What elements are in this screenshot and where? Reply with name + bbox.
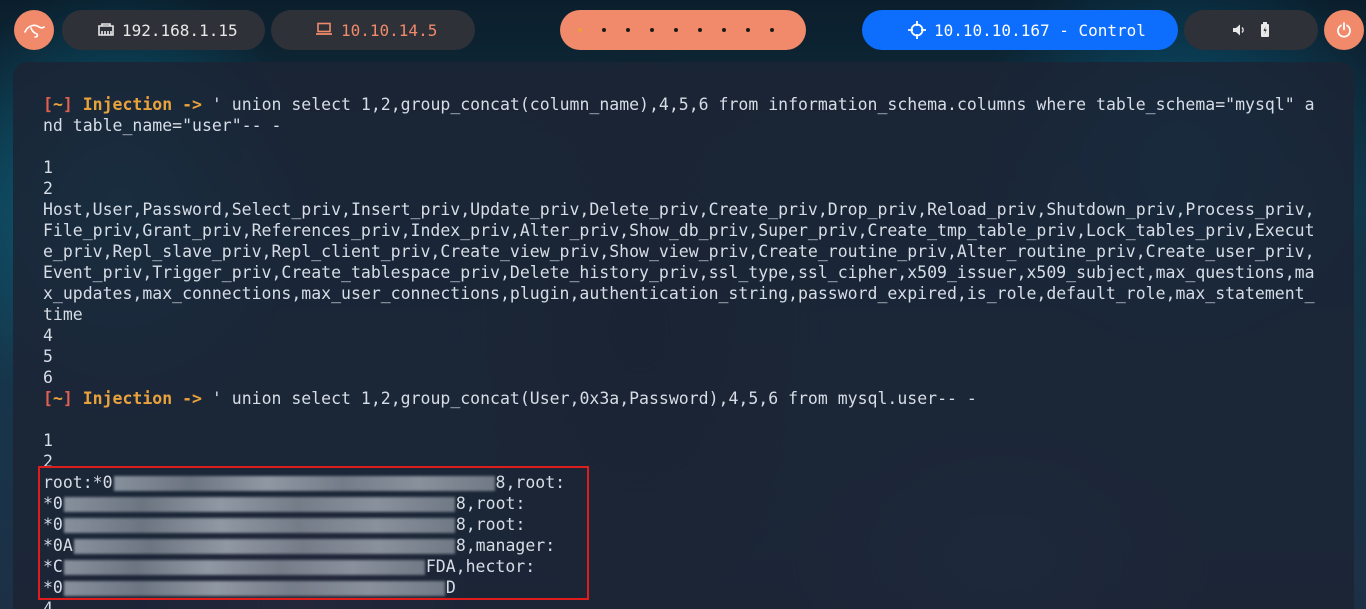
- output-line: x_updates,max_connections,max_user_conne…: [43, 284, 1315, 303]
- prompt-line: [~] Injection -> ' union select 1,2,grou…: [43, 389, 977, 408]
- battery-icon[interactable]: [1260, 22, 1270, 38]
- workspace-3[interactable]: [616, 10, 640, 50]
- output-line: 1: [43, 431, 53, 450]
- workspace-dot-icon: [626, 28, 630, 32]
- workspace-dot-icon: [674, 28, 678, 32]
- workspace-dot-icon: [698, 28, 702, 32]
- workspace-9[interactable]: [760, 10, 784, 50]
- prompt-line: [~] Injection -> ' union select 1,2,grou…: [43, 95, 1315, 114]
- output-line: Event_priv,Trigger_priv,Create_tablespac…: [43, 263, 1315, 282]
- output-line: 2: [43, 179, 53, 198]
- output-line: 6: [43, 368, 53, 387]
- top-bar: 192.168.1.15 10.10.14.5 10.10.10.167 - C…: [0, 0, 1366, 62]
- target-text: 10.10.10.167 - Control: [934, 20, 1146, 40]
- workspace-8[interactable]: [736, 10, 760, 50]
- volume-icon[interactable]: [1232, 23, 1246, 37]
- local-ip-indicator[interactable]: 192.168.1.15: [62, 10, 265, 50]
- power-icon[interactable]: [1324, 10, 1364, 50]
- workspace-switcher: [560, 10, 806, 50]
- workspace-6[interactable]: [688, 10, 712, 50]
- command-text: ' union select 1,2,group_concat(User,0x3…: [201, 389, 977, 408]
- output-line: 1: [43, 158, 53, 177]
- command-text-wrap: nd table_name="user"-- -: [43, 116, 282, 135]
- system-tray: [1184, 10, 1318, 50]
- command-text: ' union select 1,2,group_concat(column_n…: [201, 95, 1315, 114]
- workspace-dot-icon: [578, 28, 582, 32]
- output-line: 5: [43, 347, 53, 366]
- output-line: 4: [43, 599, 53, 609]
- highlight-box: [38, 466, 589, 600]
- kali-dragon-icon[interactable]: [14, 10, 54, 50]
- workspace-dot-icon: [602, 28, 606, 32]
- workspace-dot-icon: [770, 28, 774, 32]
- workspace-dot-icon: [722, 28, 726, 32]
- target-indicator[interactable]: 10.10.10.167 - Control: [862, 10, 1178, 50]
- terminal-window[interactable]: [~] Injection -> ' union select 1,2,grou…: [13, 62, 1354, 609]
- workspace-dot-icon: [746, 28, 750, 32]
- output-line: 4: [43, 326, 53, 345]
- vpn-ip-text: 10.10.14.5: [341, 20, 438, 40]
- vpn-ip-indicator[interactable]: 10.10.14.5: [271, 10, 475, 50]
- workspace-2[interactable]: [592, 10, 616, 50]
- workspace-7[interactable]: [712, 10, 736, 50]
- workspace-1[interactable]: [568, 10, 592, 50]
- laptop-icon: [315, 22, 333, 36]
- local-ip-text: 192.168.1.15: [122, 20, 238, 40]
- output-line: e_priv,Repl_slave_priv,Repl_client_priv,…: [43, 242, 1315, 261]
- ethernet-icon: [98, 21, 114, 37]
- workspace-dot-icon: [650, 28, 654, 32]
- workspace-4[interactable]: [640, 10, 664, 50]
- output-line: time: [43, 305, 83, 324]
- output-line: File_priv,Grant_priv,References_priv,Ind…: [43, 221, 1315, 240]
- workspace-5[interactable]: [664, 10, 688, 50]
- output-line: Host,User,Password,Select_priv,Insert_pr…: [43, 200, 1315, 219]
- crosshair-icon: [908, 21, 926, 39]
